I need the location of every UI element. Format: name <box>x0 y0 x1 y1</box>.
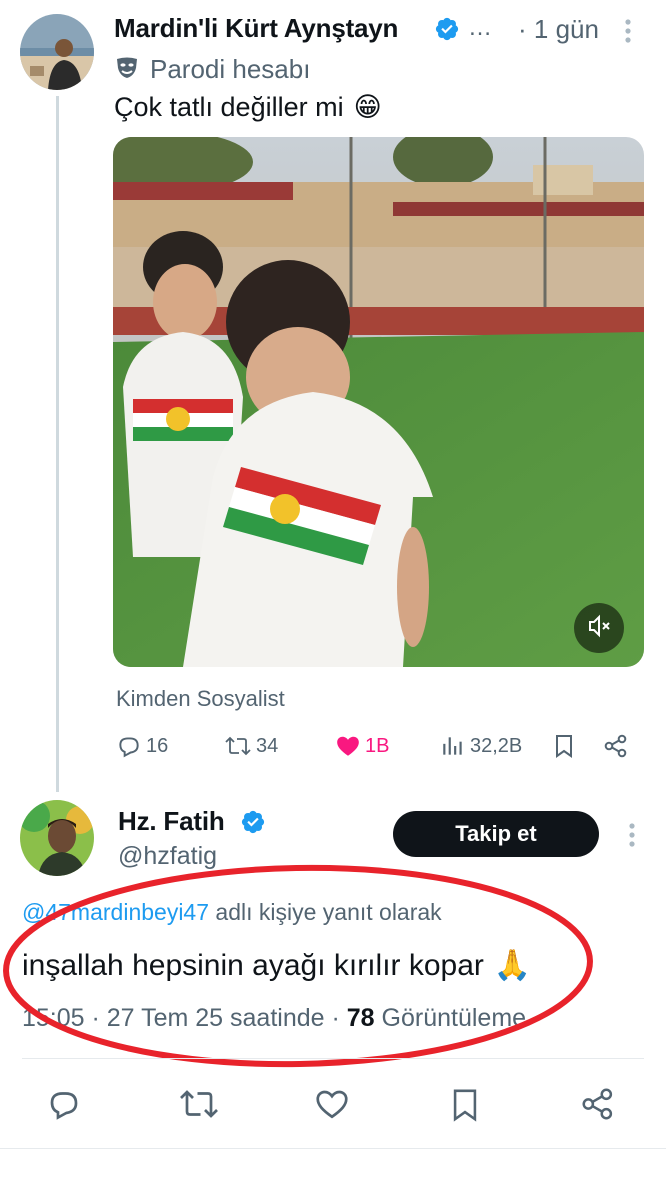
reply-views-count: 78 <box>346 1004 375 1032</box>
like-button[interactable] <box>314 1086 350 1127</box>
more-icon[interactable] <box>620 18 636 49</box>
share-icon <box>603 733 629 759</box>
views-count: 32,2B <box>470 734 523 757</box>
replied-to-handle[interactable]: @47mardinbeyi47 <box>22 899 209 925</box>
reply-meta: 15:05 · 27 Tem 25 saatinde · 78 Görüntül… <box>22 1004 526 1033</box>
share-button[interactable] <box>603 733 629 759</box>
divider <box>22 1058 644 1059</box>
like-icon <box>314 1090 350 1126</box>
bookmark-button[interactable] <box>552 733 576 759</box>
bookmark-icon <box>448 1089 482 1128</box>
more-icon[interactable] <box>626 822 638 853</box>
reply-timestamp[interactable]: 15:05 · 27 Tem 25 saatinde · <box>22 1004 340 1032</box>
bookmark-icon <box>552 733 576 759</box>
parody-mask-icon <box>114 54 140 85</box>
parody-label-row: Parodi hesabı <box>114 54 310 85</box>
reply-icon <box>46 1092 82 1126</box>
author-avatar[interactable] <box>20 14 94 90</box>
tweet-timestamp[interactable]: · 1 gün <box>518 14 599 45</box>
repost-icon <box>224 733 252 759</box>
reply-views-label: Görüntüleme <box>381 1004 527 1032</box>
repost-button[interactable] <box>178 1086 220 1127</box>
like-count: 1B <box>365 734 390 757</box>
reply-context: @47mardinbeyi47 adlı kişiye yanıt olarak <box>22 899 442 926</box>
tweet-text: Çok tatlı değiller mi 😁 <box>114 92 382 123</box>
share-button[interactable] <box>580 1086 616 1127</box>
verified-icon <box>240 809 266 835</box>
like-button[interactable]: 1B <box>335 733 389 759</box>
views-icon <box>440 733 466 759</box>
tweet-text-body: Çok tatlı değiller mi <box>114 92 344 122</box>
reply-text: inşallah hepsinin ayağı kırılır kopar 🙏 <box>22 948 531 983</box>
name-truncation: … <box>468 14 492 41</box>
reply-context-suffix: adlı kişiye yanıt olarak <box>215 899 442 925</box>
reply-author-avatar[interactable] <box>20 800 94 876</box>
media-source-label[interactable]: Kimden Sosyalist <box>116 686 285 712</box>
praying-hands-emoji: 🙏 <box>493 949 532 982</box>
repost-button[interactable]: 34 <box>224 733 278 759</box>
video-media[interactable] <box>113 137 644 667</box>
reply-text-body: inşallah hepsinin ayağı kırılır kopar <box>22 948 484 982</box>
repost-count: 34 <box>256 734 279 757</box>
reply-author-name[interactable]: Hz. Fatih <box>118 806 225 837</box>
follow-button[interactable]: Takip et <box>393 811 599 857</box>
repost-icon <box>178 1090 220 1126</box>
parody-label: Parodi hesabı <box>150 54 311 84</box>
thread-connector-line <box>56 96 59 792</box>
bookmark-button[interactable] <box>448 1086 482 1129</box>
reply-author-handle[interactable]: @hzfatig <box>118 842 217 871</box>
reply-button[interactable]: 16 <box>116 733 168 759</box>
mute-button[interactable] <box>574 603 624 653</box>
share-icon <box>580 1088 616 1126</box>
divider <box>0 1148 666 1149</box>
reply-icon <box>116 733 142 759</box>
reply-count: 16 <box>146 734 169 757</box>
reply-button[interactable] <box>46 1086 82 1127</box>
views-button[interactable]: 32,2B <box>440 733 522 759</box>
author-name[interactable]: Mardin'li Kürt Aynştayn <box>114 13 398 44</box>
grin-emoji: 😁 <box>353 92 382 122</box>
verified-icon <box>434 16 460 42</box>
mute-icon <box>586 613 612 644</box>
like-icon <box>335 733 361 759</box>
